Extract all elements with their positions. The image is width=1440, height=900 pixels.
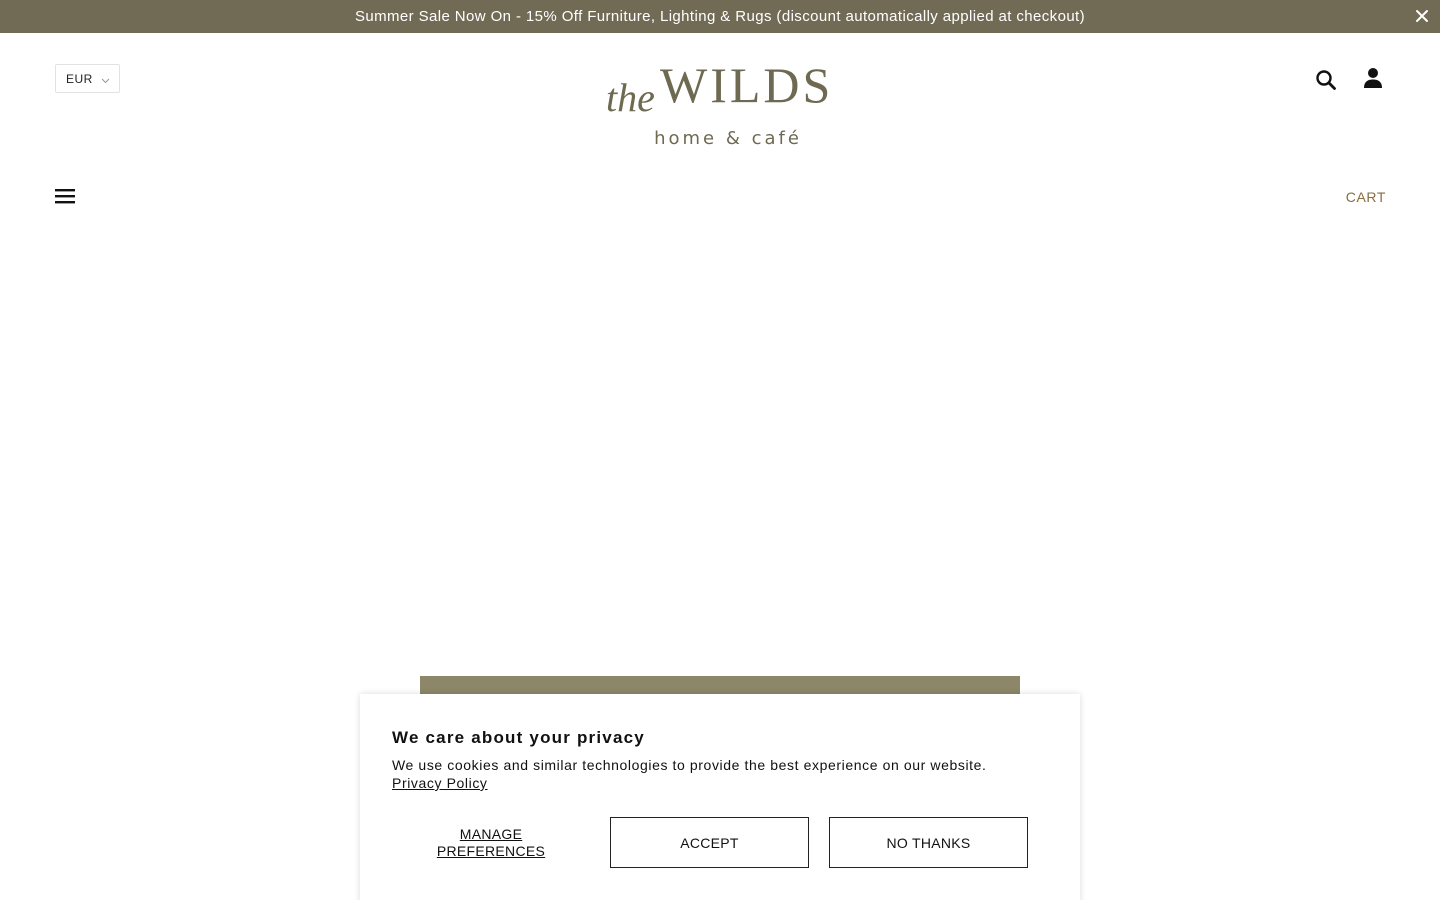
logo-wordmark: the WILDS	[560, 56, 880, 120]
privacy-policy-link[interactable]: Privacy Policy	[392, 775, 488, 791]
menu-icon[interactable]	[52, 184, 78, 208]
currency-value: EUR	[66, 71, 93, 86]
manage-preferences-button[interactable]: MANAGE PREFERENCES	[412, 818, 570, 868]
cookie-title: We care about your privacy	[392, 728, 645, 747]
cookie-text: We use cookies and similar technologies …	[392, 757, 987, 773]
cart-link[interactable]: CART	[1340, 189, 1386, 205]
chevron-down-icon	[101, 74, 110, 88]
account-icon[interactable]	[1361, 66, 1385, 90]
no-thanks-button[interactable]: NO THANKS	[829, 817, 1028, 868]
logo-name: WILDS	[660, 57, 834, 113]
accept-button[interactable]: ACCEPT	[610, 817, 809, 868]
announcement-bar: Summer Sale Now On - 15% Off Furniture, …	[0, 0, 1440, 33]
site-logo[interactable]: the WILDS home & café	[560, 56, 880, 156]
manage-label: MANAGE PREFERENCES	[436, 826, 546, 859]
announcement-text: Summer Sale Now On - 15% Off Furniture, …	[354, 8, 1086, 25]
cookie-banner: We care about your privacy We use cookie…	[360, 694, 1080, 900]
logo-tagline: home & café	[654, 128, 802, 149]
currency-selector[interactable]: EUR	[55, 64, 120, 93]
search-icon[interactable]	[1314, 68, 1338, 92]
logo-prefix: the	[606, 75, 655, 120]
close-icon[interactable]	[1412, 6, 1432, 26]
